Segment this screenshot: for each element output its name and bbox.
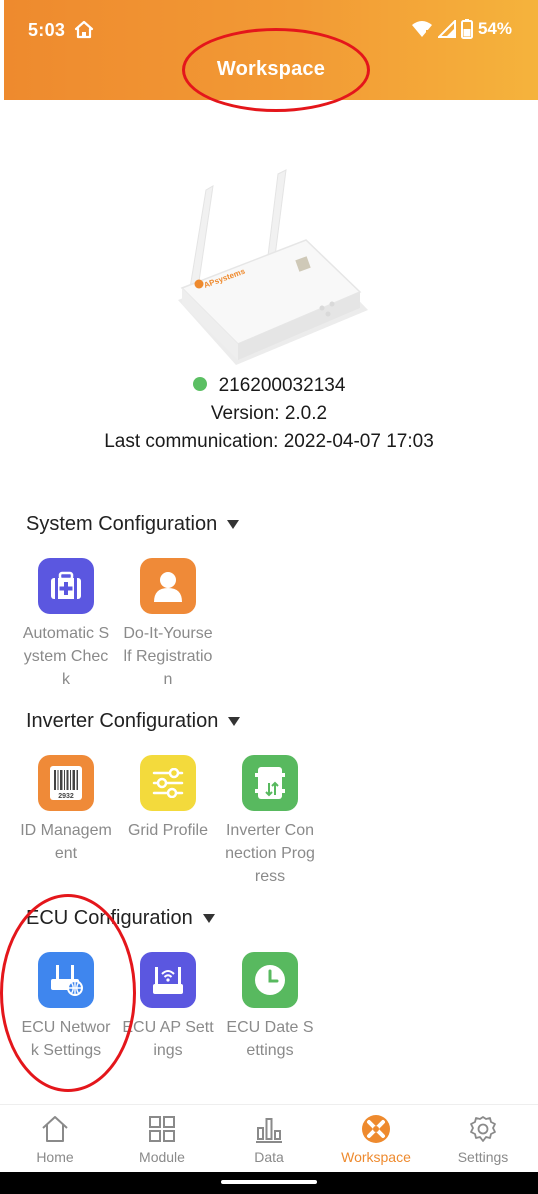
tab-label: Home <box>36 1149 74 1165</box>
barcode-number: 2932 <box>58 793 74 800</box>
tile-label: ECU AP Settings <box>122 1019 214 1059</box>
gesture-nav-bar <box>0 1172 538 1194</box>
grid-icon <box>109 1109 215 1149</box>
clock-icon <box>242 952 298 1008</box>
tile-label: Automatic System Check <box>22 625 110 688</box>
tab-settings[interactable]: Settings <box>430 1109 536 1165</box>
router-globe-icon <box>38 952 94 1008</box>
tab-label: Workspace <box>341 1149 411 1165</box>
app-header: 5:03 54% Workspace <box>4 0 538 100</box>
tile-label: Grid Profile <box>127 822 209 839</box>
workspace-icon <box>323 1109 429 1149</box>
section-title: Inverter Configuration <box>26 709 219 732</box>
tile-label: Do-It-Yourself Registration <box>123 625 213 688</box>
sliders-icon <box>140 755 196 811</box>
device-serial: 216200032134 <box>218 375 346 396</box>
caret-down-icon <box>228 716 241 726</box>
tile-ecu-network-settings[interactable]: ECU Network Settings <box>16 952 116 1062</box>
system-configuration-header[interactable]: System Configuration <box>26 510 240 538</box>
tile-ecu-ap-settings[interactable]: ECU AP Settings <box>118 952 218 1062</box>
bottom-tab-bar: Home Module Data Workspace Settings <box>0 1104 538 1172</box>
device-serial-row: 216200032134 <box>0 372 538 400</box>
caret-down-icon <box>202 913 215 923</box>
battery-level: 54% <box>477 19 512 38</box>
tab-label: Data <box>254 1149 284 1165</box>
tab-data[interactable]: Data <box>216 1109 322 1165</box>
signal-icon <box>437 20 456 38</box>
bar-chart-icon <box>216 1109 322 1149</box>
barcode-icon: 2932 <box>38 755 94 811</box>
tile-ecu-date-settings[interactable]: ECU Date Settings <box>220 952 320 1062</box>
page-title: Workspace <box>216 58 326 80</box>
device-version: Version: 2.0.2 <box>210 403 328 424</box>
home-status-icon <box>74 20 94 39</box>
tile-grid-profile[interactable]: Grid Profile <box>118 755 218 842</box>
home-gesture-handle[interactable] <box>221 1180 317 1184</box>
status-bar: 5:03 54% <box>4 0 538 62</box>
device-image: APsystems <box>0 160 538 380</box>
online-status-dot <box>192 377 207 391</box>
tab-home[interactable]: Home <box>2 1109 108 1165</box>
tile-label: ECU Network Settings <box>21 1019 111 1059</box>
battery-icon <box>460 19 473 39</box>
home-icon <box>2 1109 108 1149</box>
tile-id-management[interactable]: 2932 ID Management <box>16 755 116 865</box>
device-last-communication: Last communication: 2022-04-07 17:03 <box>104 431 434 452</box>
tab-workspace[interactable]: Workspace <box>323 1109 429 1165</box>
tile-label: Inverter Connection Progress <box>225 822 315 885</box>
tile-label: ECU Date Settings <box>226 1019 314 1059</box>
tab-module[interactable]: Module <box>109 1109 215 1165</box>
person-icon <box>140 558 196 614</box>
gear-icon <box>430 1109 536 1149</box>
tab-label: Settings <box>457 1149 509 1165</box>
tile-do-it-yourself-registration[interactable]: Do-It-Yourself Registration <box>118 558 218 691</box>
tile-label: ID Management <box>20 822 112 862</box>
ecu-configuration-section: ECU Configuration ECU Network Settings E… <box>0 904 538 1094</box>
ecu-configuration-header[interactable]: ECU Configuration <box>26 904 215 932</box>
caret-down-icon <box>227 519 240 529</box>
inverter-configuration-section: Inverter Configuration 2932 ID Managemen… <box>0 707 538 887</box>
status-indicators: 54% <box>411 19 512 39</box>
system-configuration-section: System Configuration Automatic System Ch… <box>0 510 538 690</box>
wifi-icon <box>411 21 432 37</box>
medical-kit-icon <box>38 558 94 614</box>
tile-automatic-system-check[interactable]: Automatic System Check <box>16 558 116 691</box>
device-info: 216200032134 Version: 2.0.2 Last communi… <box>0 372 538 456</box>
inverter-configuration-header[interactable]: Inverter Configuration <box>26 707 241 735</box>
status-time: 5:03 <box>28 20 66 40</box>
tile-inverter-connection-progress[interactable]: Inverter Connection Progress <box>220 755 320 888</box>
router-wifi-icon <box>140 952 196 1008</box>
inverter-icon <box>242 755 298 811</box>
tab-label: Module <box>139 1149 185 1165</box>
section-title: System Configuration <box>26 512 218 535</box>
ecu-device-illustration: APsystems <box>178 169 368 365</box>
section-title: ECU Configuration <box>26 906 193 929</box>
